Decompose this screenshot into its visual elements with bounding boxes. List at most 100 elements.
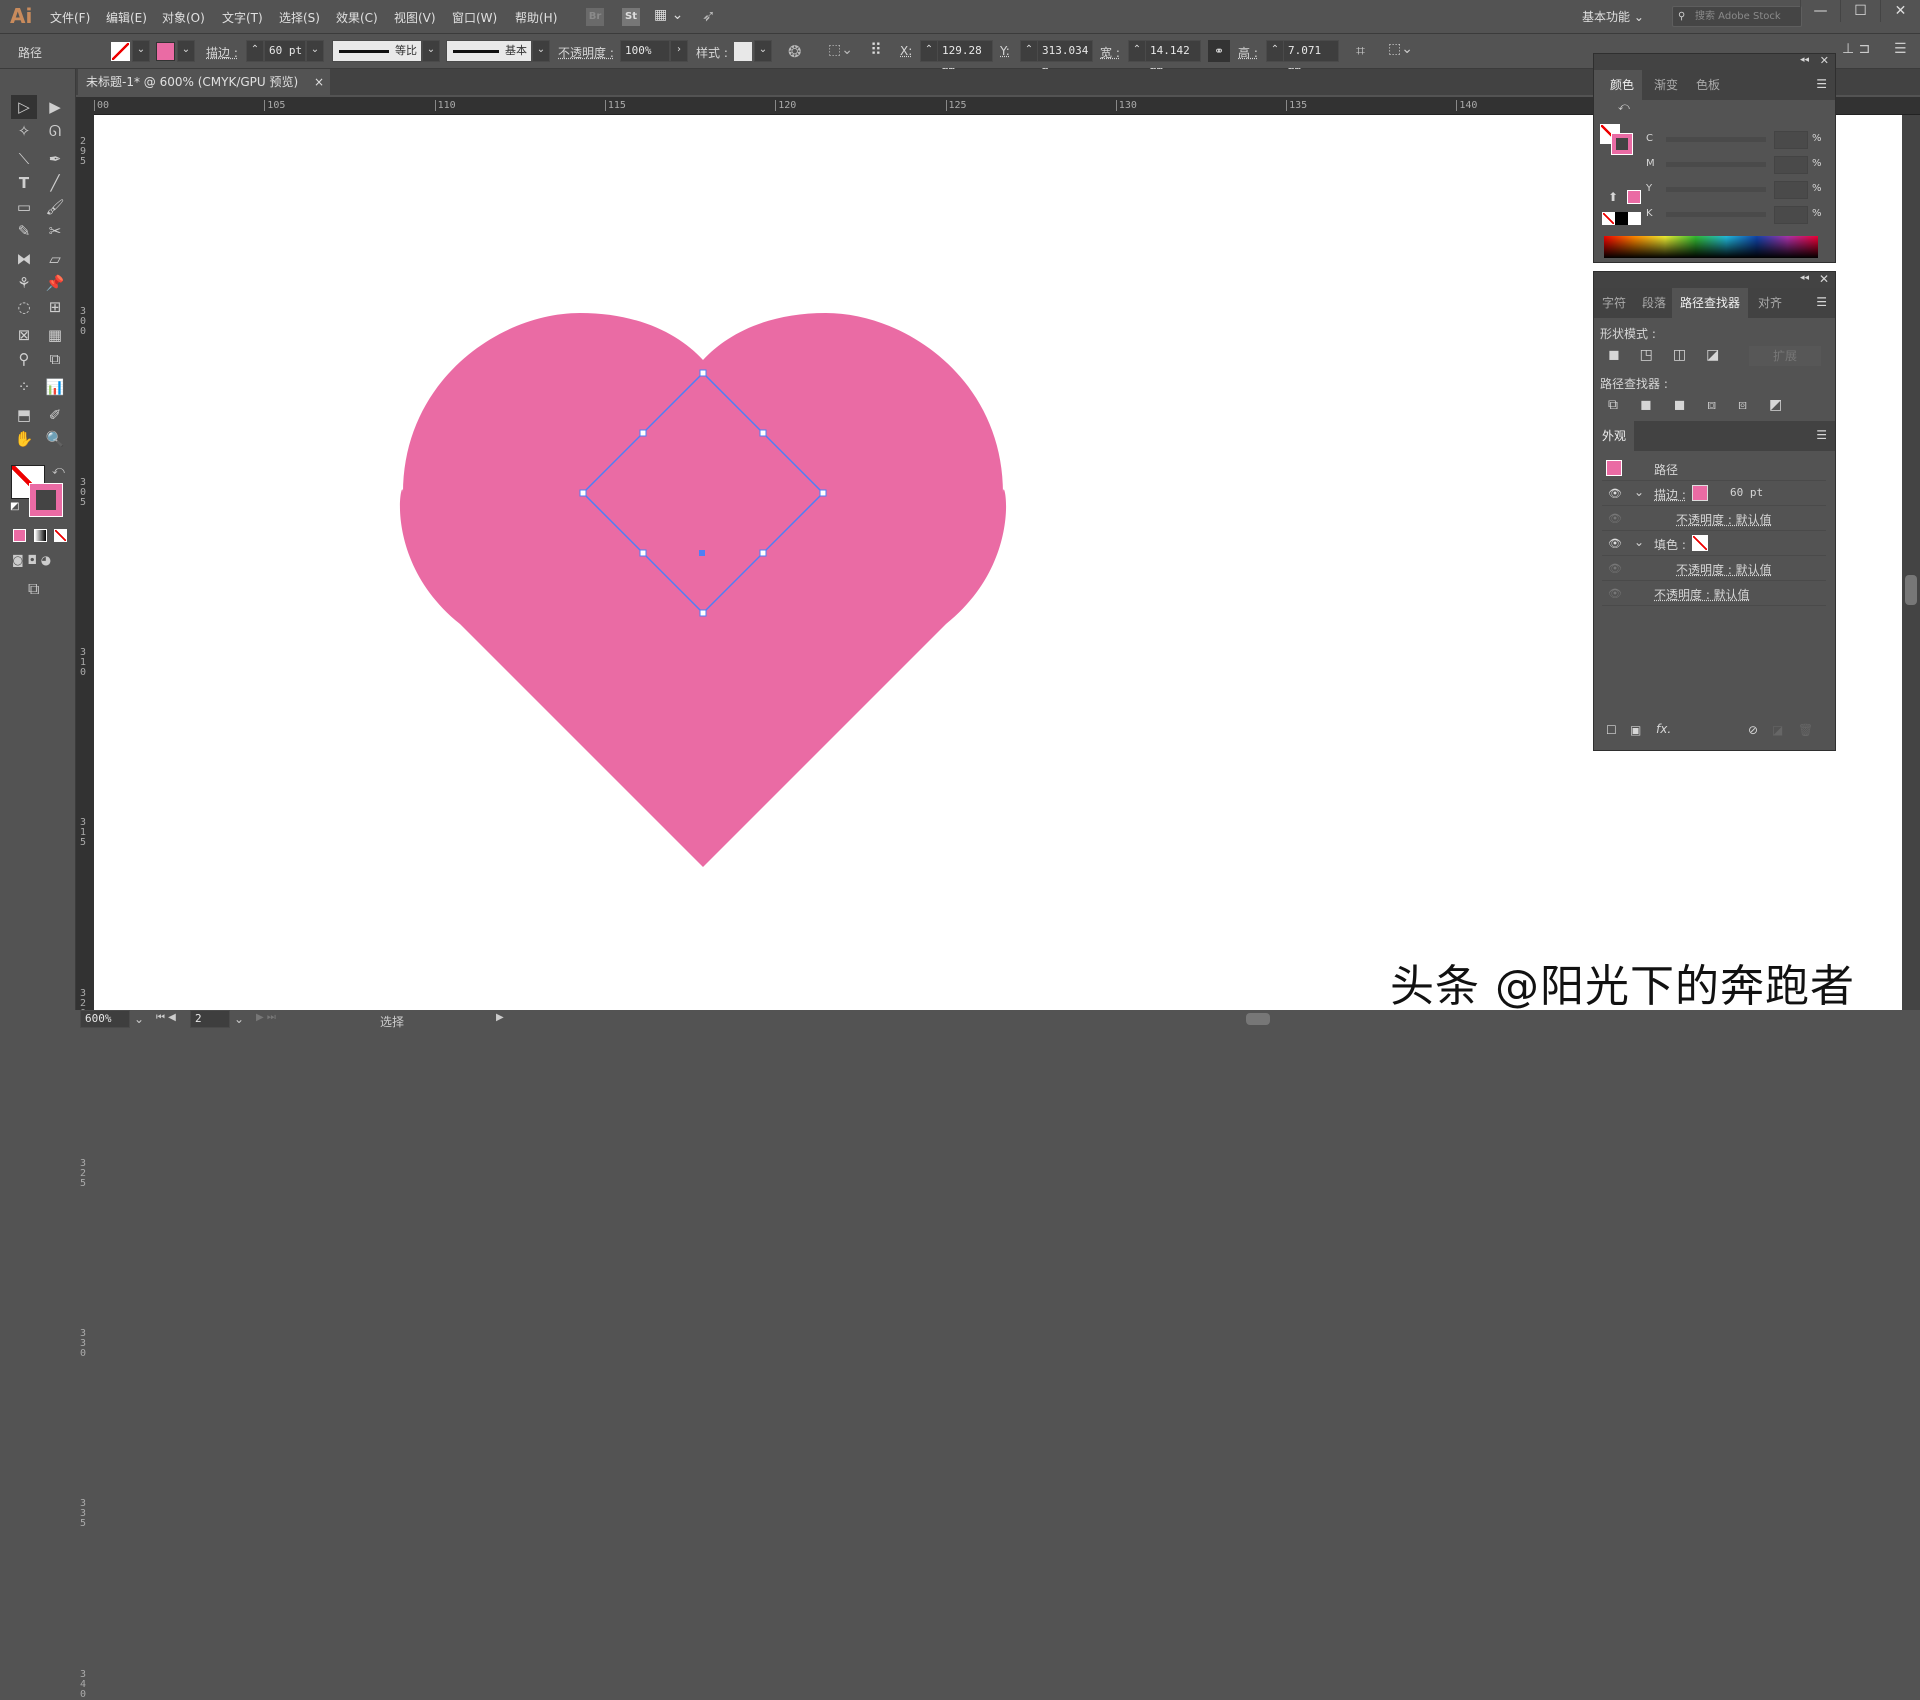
height-stepper[interactable]: ⌃	[1266, 40, 1284, 62]
appearance-object-row[interactable]: 路径	[1602, 456, 1826, 481]
x-stepper[interactable]: ⌃	[920, 40, 938, 62]
close-window-button[interactable]: ✕	[1880, 0, 1920, 22]
hscroll-thumb[interactable]	[1246, 1013, 1270, 1025]
slice-tool-icon[interactable]: ✐	[42, 403, 68, 427]
height-field[interactable]: 7.071 mm	[1283, 40, 1339, 77]
stroke-swatch[interactable]	[1692, 485, 1708, 501]
delete-item-icon[interactable]: 🗑	[1798, 723, 1813, 737]
channel-slider[interactable]	[1666, 162, 1766, 167]
artboard-dropdown[interactable]: ⌄	[234, 1012, 244, 1026]
appearance-object-opacity-row[interactable]: 👁 不透明度 : 默认值	[1602, 581, 1826, 606]
expand-chevron-icon[interactable]: ⌄	[1634, 535, 1644, 549]
stroke-color-dropdown[interactable]: ⌄	[177, 40, 195, 62]
swap-colors-icon[interactable]: ⤺	[52, 463, 65, 478]
symbol-sprayer-tool-icon[interactable]: ⁘	[11, 375, 37, 399]
brush-dropdown[interactable]: ⌄	[532, 40, 550, 62]
anchor-point[interactable]	[639, 549, 647, 557]
recolor-artwork-icon[interactable]: ❂	[788, 42, 801, 61]
opacity-default-label[interactable]: 不透明度 : 默认值	[1676, 561, 1772, 578]
none-color-chip[interactable]	[1602, 212, 1615, 225]
artboard-tool-icon[interactable]: ⬒	[11, 403, 37, 427]
current-color-chip[interactable]	[1627, 190, 1641, 204]
document-tab[interactable]: 未标题-1* @ 600% (CMYK/GPU 预览) ×	[78, 69, 330, 95]
opacity-field[interactable]: 100%	[620, 40, 670, 62]
channel-slider[interactable]	[1666, 212, 1766, 217]
fill-swatch[interactable]	[111, 42, 130, 61]
width-field[interactable]: 14.142 mm	[1145, 40, 1201, 77]
stroke-swatch[interactable]	[156, 42, 175, 61]
menu-effect[interactable]: 效果(C)	[336, 9, 378, 26]
add-effect-button[interactable]: fx.	[1656, 722, 1671, 736]
menu-edit[interactable]: 编辑(E)	[106, 9, 147, 26]
line-tool-icon[interactable]: ╱	[42, 171, 68, 195]
anchor-point[interactable]	[699, 369, 707, 377]
artboard-number-field[interactable]: 2	[190, 1010, 230, 1028]
panel-stroke-swatch[interactable]	[1611, 133, 1633, 155]
paintbrush-tool-icon[interactable]: 🖌	[42, 195, 68, 219]
expand-button[interactable]: 扩展	[1749, 346, 1821, 366]
x-field[interactable]: 129.28 mm	[937, 40, 993, 77]
gradient-tool-icon[interactable]: ▦	[42, 323, 68, 347]
stroke-stepper[interactable]: ⌃	[246, 40, 264, 62]
visibility-eye-icon[interactable]: 👁	[1608, 512, 1622, 525]
vertical-ruler[interactable]: 295300305310315320325330335340	[76, 97, 94, 1699]
stroke-label[interactable]: 描边 :	[206, 44, 238, 61]
tab-character[interactable]: 字符	[1594, 288, 1634, 318]
fill-dropdown[interactable]: ⌄	[132, 40, 150, 62]
appearance-fill-opacity-row[interactable]: 👁 不透明度 : 默认值	[1602, 556, 1826, 581]
menu-help[interactable]: 帮助(H)	[515, 9, 557, 26]
rectangle-tool-icon[interactable]: ▭	[11, 195, 37, 219]
channel-slider[interactable]	[1666, 137, 1766, 142]
tab-align[interactable]: 对齐	[1750, 288, 1790, 318]
out-of-gamut-icon[interactable]: ⬆	[1608, 190, 1618, 204]
selection-tool-icon[interactable]: ▷	[11, 95, 37, 119]
panel-menu-icon[interactable]: ☰	[1816, 77, 1827, 91]
opacity-label[interactable]: 不透明度 :	[558, 44, 614, 61]
graphic-style-swatch[interactable]	[734, 42, 752, 61]
channel-value-field[interactable]	[1774, 131, 1808, 149]
zoom-tool-icon[interactable]: 🔍	[42, 427, 68, 451]
shaper-tool-icon[interactable]: ✎	[11, 219, 37, 243]
reference-point-icon[interactable]: ⠿	[870, 40, 882, 59]
blend-tool-icon[interactable]: ⧉	[42, 347, 68, 371]
pin-tool-icon[interactable]: 📌	[42, 271, 68, 295]
tab-paragraph[interactable]: 段落	[1634, 288, 1674, 318]
screen-mode-icon[interactable]: ⧉	[28, 579, 39, 599]
scissors-tool-icon[interactable]: ✂	[42, 219, 68, 243]
control-menu-icon[interactable]: ☰	[1894, 41, 1907, 57]
opacity-default-label[interactable]: 不透明度 : 默认值	[1654, 586, 1750, 603]
line-segment-tool-icon[interactable]: ⟍	[11, 147, 37, 171]
fill-swatch[interactable]	[1692, 535, 1708, 551]
bridge-button[interactable]: Br	[586, 8, 604, 26]
close-panel-icon[interactable]: ✕	[1819, 272, 1829, 286]
constrain-proportions-icon[interactable]: ⚭	[1208, 40, 1230, 62]
stroke-color-box[interactable]	[29, 483, 63, 517]
stroke-weight-field[interactable]: 60 pt	[264, 40, 306, 62]
style-dropdown[interactable]: ⌄	[754, 40, 772, 62]
menu-view[interactable]: 视图(V)	[394, 9, 436, 26]
white-color-chip[interactable]	[1628, 212, 1641, 225]
vertical-scrollbar[interactable]	[1902, 115, 1920, 1010]
workspace-switcher[interactable]: 基本功能 ⌄	[1582, 8, 1644, 25]
eyedropper-tool-icon[interactable]: ⚲	[11, 347, 37, 371]
panel-menu-icon[interactable]: ☰	[1816, 428, 1827, 442]
align-icon[interactable]: ⊥ ⊐	[1842, 41, 1870, 57]
visibility-eye-icon[interactable]: 👁	[1608, 487, 1622, 500]
channel-value-field[interactable]	[1774, 156, 1808, 174]
collapse-icon[interactable]: ◂◂	[1800, 273, 1809, 283]
visibility-eye-icon[interactable]: 👁	[1608, 537, 1622, 550]
close-panel-icon[interactable]: ✕	[1820, 54, 1829, 67]
first-artboard-button[interactable]: ⏮ ◀	[156, 1012, 176, 1023]
add-new-fill-icon[interactable]: ▣	[1630, 723, 1641, 737]
magic-wand-tool-icon[interactable]: ✧	[11, 119, 37, 143]
stroke-weight-dropdown[interactable]: ⌄	[306, 40, 324, 62]
anchor-point[interactable]	[759, 549, 767, 557]
appearance-stroke-row[interactable]: 👁 ⌄ 描边 : 60 pt	[1602, 481, 1826, 506]
shape-mode-buttons[interactable]: ◼◳◫◪	[1608, 347, 1739, 363]
direct-selection-tool-icon[interactable]: ▶	[42, 95, 68, 119]
stock-search-input[interactable]: ⚲ 搜索 Adobe Stock	[1672, 6, 1802, 27]
channel-value-field[interactable]	[1774, 206, 1808, 224]
variable-width-profile[interactable]: 等比	[332, 40, 422, 62]
expand-chevron-icon[interactable]: ⌄	[1634, 485, 1644, 499]
status-menu-arrow[interactable]: ▶	[496, 1012, 504, 1023]
